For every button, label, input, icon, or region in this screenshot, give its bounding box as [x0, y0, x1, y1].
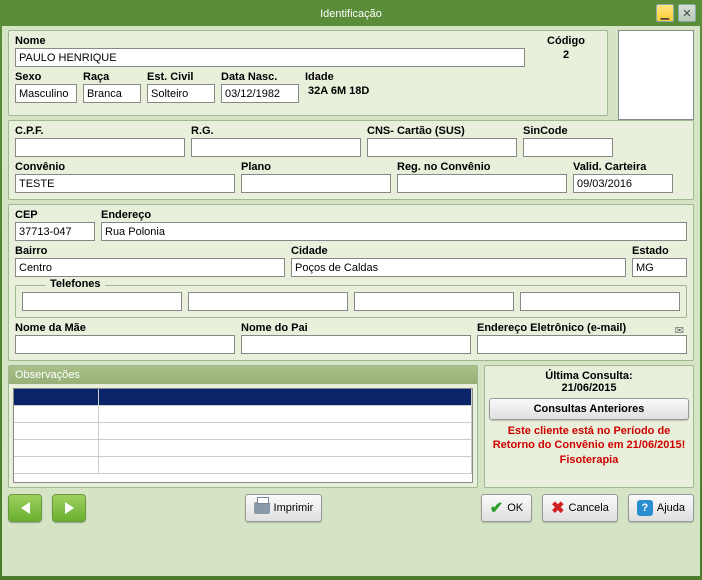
- nome-input[interactable]: [15, 48, 525, 67]
- label-nome: Nome: [15, 35, 525, 47]
- label-cns: CNS- Cartão (SUS): [367, 125, 517, 137]
- chevron-left-icon: [21, 502, 30, 514]
- valid-carteira-input[interactable]: [573, 174, 673, 193]
- label-cpf: C.P.F.: [15, 125, 185, 137]
- label-convenio: Convênio: [15, 161, 235, 173]
- label-endereco: Endereço: [101, 209, 687, 221]
- label-plano: Plano: [241, 161, 391, 173]
- label-idade: Idade: [305, 71, 405, 83]
- label-cidade: Cidade: [291, 245, 626, 257]
- convenio-input[interactable]: [15, 174, 235, 193]
- grid-row[interactable]: [14, 440, 472, 457]
- label-est-civil: Est. Civil: [147, 71, 215, 83]
- sexo-input[interactable]: [15, 84, 77, 103]
- consultas-anteriores-button[interactable]: Consultas Anteriores: [489, 398, 689, 420]
- photo-box[interactable]: [618, 30, 694, 120]
- tel1-input[interactable]: [22, 292, 182, 311]
- label-estado: Estado: [632, 245, 687, 257]
- label-reg-convenio: Reg. no Convênio: [397, 161, 567, 173]
- ajuda-button[interactable]: ?Ajuda: [628, 494, 694, 522]
- bairro-input[interactable]: [15, 258, 285, 277]
- return-warning: Este cliente está no Período de Retorno …: [489, 424, 689, 467]
- cancela-button[interactable]: ✖Cancela: [542, 494, 618, 522]
- estado-input[interactable]: [632, 258, 687, 277]
- label-codigo: Código: [547, 35, 585, 47]
- grid-row[interactable]: [14, 389, 472, 406]
- ultima-consulta-date: 21/06/2015: [489, 382, 689, 394]
- nome-pai-input[interactable]: [241, 335, 471, 354]
- cns-input[interactable]: [367, 138, 517, 157]
- codigo-value: 2: [560, 48, 572, 67]
- tel2-input[interactable]: [188, 292, 348, 311]
- est-civil-input[interactable]: [147, 84, 215, 103]
- next-button[interactable]: [52, 494, 86, 522]
- imprimir-button[interactable]: Imprimir: [245, 494, 323, 522]
- plano-input[interactable]: [241, 174, 391, 193]
- sincode-input[interactable]: [523, 138, 613, 157]
- close-button[interactable]: ✕: [678, 4, 696, 22]
- endereco-input[interactable]: [101, 222, 687, 241]
- email-input[interactable]: [477, 335, 687, 354]
- chevron-right-icon: [65, 502, 74, 514]
- label-observacoes: Observações: [9, 366, 477, 384]
- nome-mae-input[interactable]: [15, 335, 235, 354]
- check-icon: ✔: [490, 498, 503, 518]
- minimize-button[interactable]: ▁: [656, 4, 674, 22]
- label-nome-mae: Nome da Mãe: [15, 322, 235, 334]
- tel3-input[interactable]: [354, 292, 514, 311]
- cep-input[interactable]: [15, 222, 95, 241]
- prev-button[interactable]: [8, 494, 42, 522]
- grid-row[interactable]: [14, 423, 472, 440]
- label-data-nasc: Data Nasc.: [221, 71, 299, 83]
- label-sexo: Sexo: [15, 71, 77, 83]
- grid-row[interactable]: [14, 457, 472, 474]
- cidade-input[interactable]: [291, 258, 626, 277]
- cpf-input[interactable]: [15, 138, 185, 157]
- help-icon: ?: [637, 500, 653, 516]
- grid-row[interactable]: [14, 406, 472, 423]
- reg-convenio-input[interactable]: [397, 174, 567, 193]
- idade-value: 32A 6M 18D: [305, 84, 405, 103]
- label-telefones: Telefones: [46, 278, 105, 290]
- window-title: Identificação: [320, 8, 382, 20]
- raca-input[interactable]: [83, 84, 141, 103]
- observacoes-grid[interactable]: [13, 388, 473, 483]
- label-nome-pai: Nome do Pai: [241, 322, 471, 334]
- label-rg: R.G.: [191, 125, 361, 137]
- label-valid-carteira: Valid. Carteira: [573, 161, 673, 173]
- tel4-input[interactable]: [520, 292, 680, 311]
- titlebar: Identificação ▁ ✕: [2, 2, 700, 26]
- label-raca: Raça: [83, 71, 141, 83]
- label-email: Endereço Eletrônico (e-mail): [477, 322, 687, 334]
- label-sincode: SinCode: [523, 125, 613, 137]
- label-bairro: Bairro: [15, 245, 285, 257]
- x-icon: ✖: [551, 498, 564, 518]
- ok-button[interactable]: ✔OK: [481, 494, 532, 522]
- label-ultima-consulta: Última Consulta:: [489, 370, 689, 382]
- label-cep: CEP: [15, 209, 95, 221]
- rg-input[interactable]: [191, 138, 361, 157]
- printer-icon: [254, 502, 270, 514]
- data-nasc-input[interactable]: [221, 84, 299, 103]
